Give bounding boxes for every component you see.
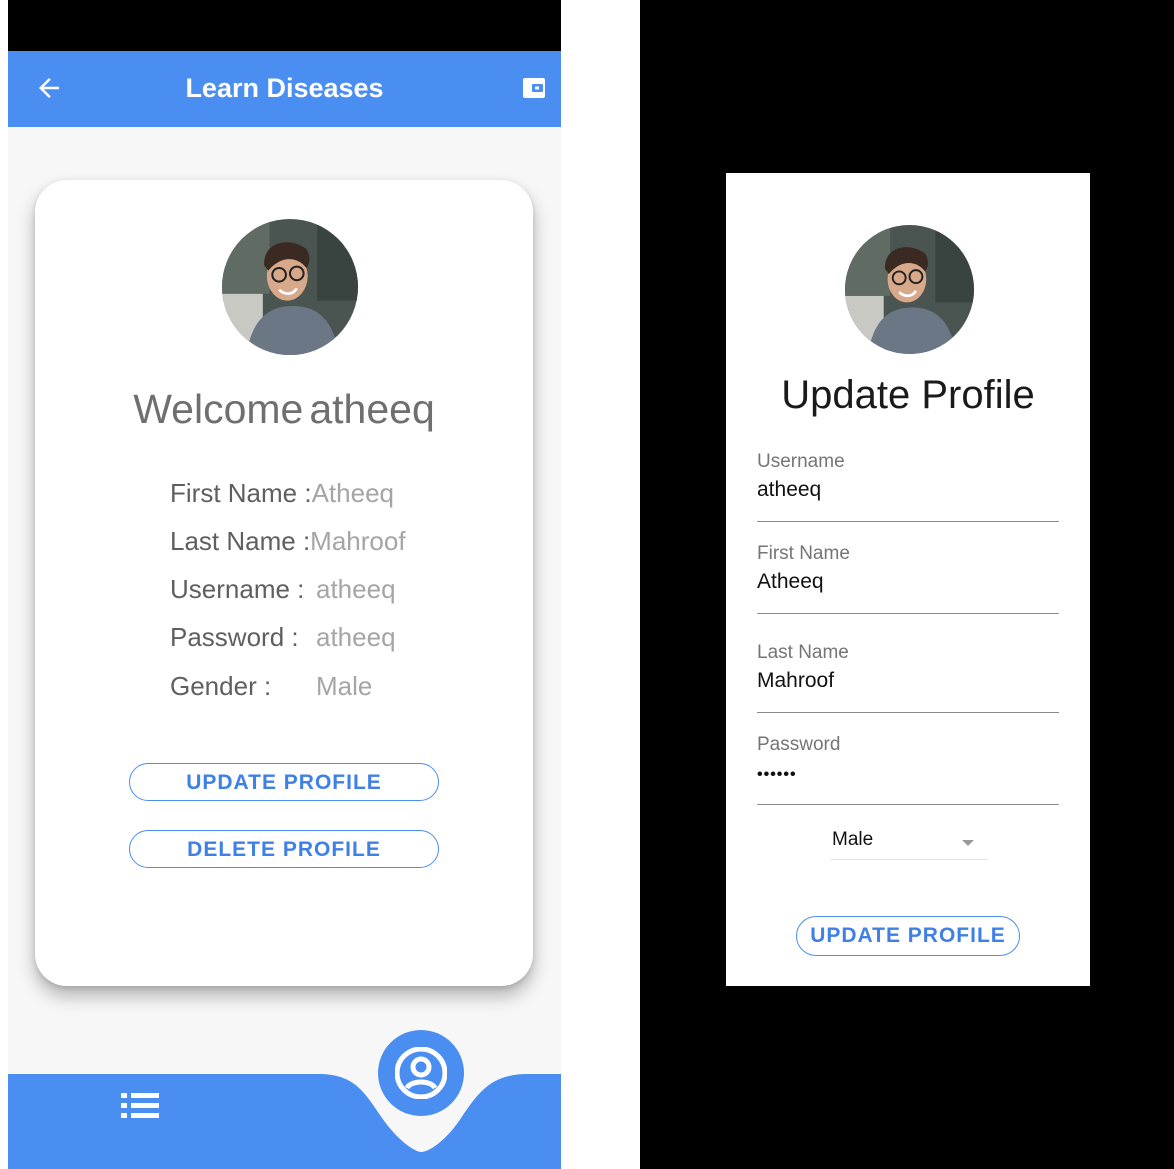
first-name-field-label: First Name bbox=[757, 543, 850, 564]
app-title: Learn Diseases bbox=[185, 73, 384, 103]
first-name-field[interactable]: First Name Atheeq bbox=[757, 543, 1059, 614]
wallet-icon[interactable] bbox=[523, 78, 545, 98]
welcome-username: atheeq bbox=[309, 386, 435, 432]
last-name-field[interactable]: Last Name Mahroof bbox=[757, 642, 1059, 713]
gender-row: Gender : Male bbox=[170, 671, 372, 702]
password-field-label: Password bbox=[757, 734, 841, 755]
username-field-label: Username bbox=[757, 451, 845, 472]
last-name-field-label: Last Name bbox=[757, 642, 849, 663]
username-label: Username : bbox=[170, 574, 305, 604]
last-name-value: Mahroof bbox=[310, 526, 406, 556]
bottom-nav-bar bbox=[8, 1074, 561, 1169]
welcome-word: Welcome bbox=[133, 386, 304, 432]
first-name-value: Atheeq bbox=[311, 478, 394, 508]
password-field-value: •••••• bbox=[757, 766, 797, 783]
status-bar bbox=[8, 0, 561, 51]
dialog-title: Update Profile bbox=[781, 373, 1035, 417]
gender-label: Gender : bbox=[170, 671, 272, 701]
username-field-value: atheeq bbox=[757, 478, 822, 501]
app-bar: Learn Diseases bbox=[8, 51, 561, 127]
password-row: Password : atheeq bbox=[170, 622, 396, 653]
gender-dropdown[interactable]: Male bbox=[830, 825, 988, 860]
username-field[interactable]: Username atheeq bbox=[757, 451, 1059, 522]
first-name-field-value: Atheeq bbox=[757, 570, 824, 593]
account-circle-icon bbox=[395, 1047, 447, 1099]
welcome-heading: Welcome atheeq bbox=[35, 386, 533, 433]
delete-profile-button[interactable]: DELETE PROFILE bbox=[129, 830, 439, 868]
update-profile-dialog: Update Profile Username atheeq First Nam… bbox=[726, 173, 1090, 986]
update-profile-button[interactable]: UPDATE PROFILE bbox=[129, 763, 439, 801]
username-row: Username : atheeq bbox=[170, 574, 396, 605]
list-icon[interactable] bbox=[121, 1090, 159, 1122]
first-name-label: First Name : bbox=[170, 478, 312, 508]
last-name-field-value: Mahroof bbox=[757, 669, 835, 692]
profile-fab[interactable] bbox=[378, 1030, 464, 1116]
home-screen: Learn Diseases Welcome atheeq First Name… bbox=[8, 0, 561, 1169]
update-profile-submit-button[interactable]: UPDATE PROFILE bbox=[796, 916, 1020, 956]
password-label: Password : bbox=[170, 622, 299, 652]
password-field[interactable]: Password •••••• bbox=[757, 734, 1059, 805]
gender-value: Male bbox=[316, 671, 373, 701]
dropdown-caret-icon bbox=[962, 840, 974, 846]
gender-dropdown-value: Male bbox=[832, 829, 874, 850]
first-name-row: First Name :Atheeq bbox=[170, 478, 394, 509]
update-profile-screen: Update Profile Username atheeq First Nam… bbox=[640, 0, 1174, 1169]
avatar bbox=[845, 225, 974, 354]
profile-card: Welcome atheeq First Name :Atheeq Last Na… bbox=[35, 180, 533, 986]
username-value: atheeq bbox=[316, 574, 396, 604]
last-name-row: Last Name :Mahroof bbox=[170, 526, 406, 557]
avatar bbox=[222, 219, 358, 355]
password-value: atheeq bbox=[316, 622, 396, 652]
last-name-label: Last Name : bbox=[170, 526, 311, 556]
